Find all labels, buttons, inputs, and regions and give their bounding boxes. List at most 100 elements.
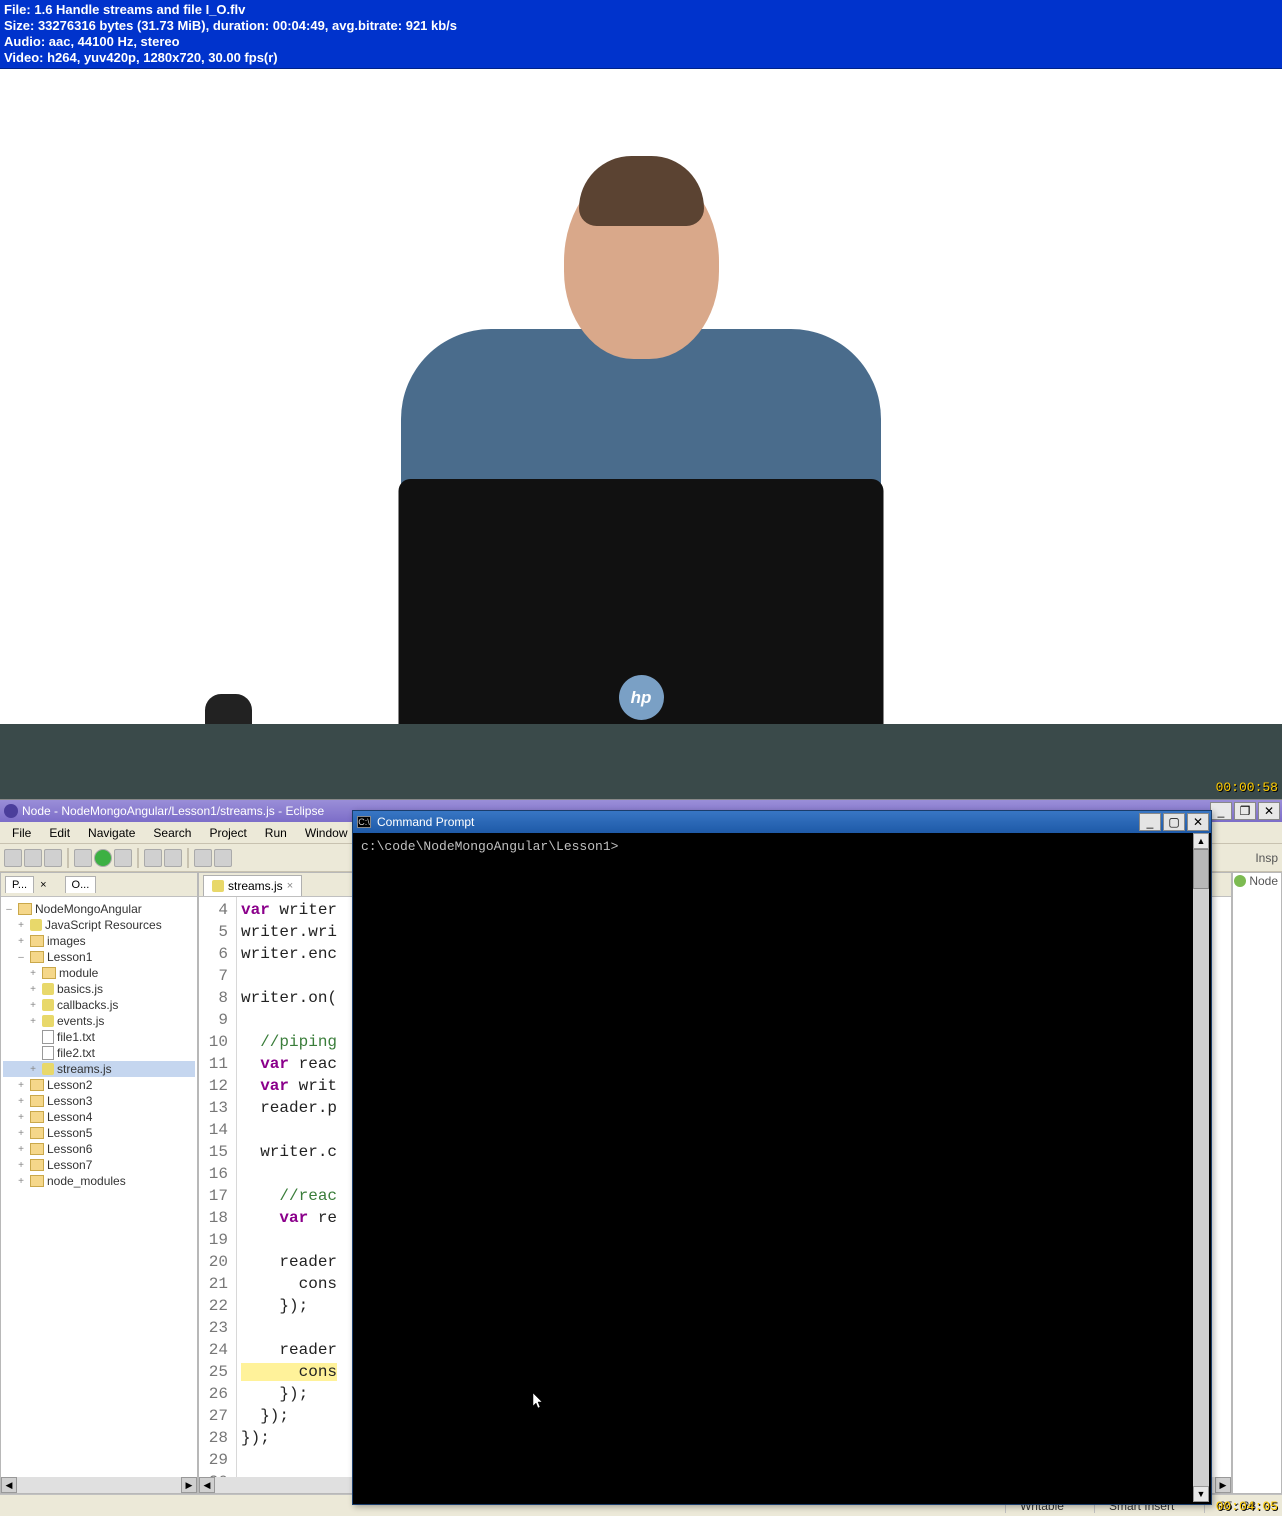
perspective-node[interactable]: Node bbox=[1234, 874, 1278, 888]
search-icon[interactable] bbox=[164, 849, 182, 867]
project-explorer-tab[interactable]: P... bbox=[5, 876, 34, 893]
tree-file2[interactable]: file2.txt bbox=[57, 1046, 95, 1060]
eclipse-title-text: Node - NodeMongoAngular/Lesson1/streams.… bbox=[22, 804, 324, 818]
collapse-icon[interactable]: – bbox=[15, 952, 27, 963]
tree-basics[interactable]: basics.js bbox=[57, 982, 103, 996]
project-tree[interactable]: –NodeMongoAngular +JavaScript Resources … bbox=[1, 897, 197, 1477]
tree-lesson1[interactable]: Lesson1 bbox=[47, 950, 92, 964]
cmd-vscrollbar[interactable]: ▲ ▼ bbox=[1193, 833, 1209, 1502]
tree-lesson5[interactable]: Lesson5 bbox=[47, 1126, 92, 1140]
eclipse-icon bbox=[4, 804, 18, 818]
scroll-down-icon[interactable]: ▼ bbox=[1193, 1486, 1209, 1502]
cmd-titlebar[interactable]: C:\ Command Prompt bbox=[353, 811, 1211, 833]
collapse-icon[interactable]: – bbox=[3, 904, 15, 915]
menu-window[interactable]: Window bbox=[297, 824, 356, 842]
menu-run[interactable]: Run bbox=[257, 824, 295, 842]
mouse-cursor bbox=[533, 1393, 545, 1411]
expand-icon[interactable]: + bbox=[27, 984, 39, 995]
save-icon[interactable] bbox=[24, 849, 42, 867]
tree-streams[interactable]: streams.js bbox=[57, 1062, 112, 1076]
js-file-icon bbox=[212, 880, 224, 892]
tree-callbacks[interactable]: callbacks.js bbox=[57, 998, 118, 1012]
source-area[interactable]: var writerwriter.wriwriter.enc writer.on… bbox=[237, 897, 341, 1477]
scroll-left-icon[interactable]: ◀ bbox=[199, 1477, 215, 1493]
tree-module[interactable]: module bbox=[59, 966, 98, 980]
maximize-button[interactable]: ▢ bbox=[1163, 813, 1185, 831]
tree-file1[interactable]: file1.txt bbox=[57, 1030, 95, 1044]
node-icon bbox=[1234, 875, 1246, 887]
desktop-area: Node - NodeMongoAngular/Lesson1/streams.… bbox=[0, 799, 1282, 1516]
menu-navigate[interactable]: Navigate bbox=[80, 824, 143, 842]
menu-search[interactable]: Search bbox=[145, 824, 199, 842]
outline-tab[interactable]: O... bbox=[65, 876, 97, 893]
audio-line: Audio: aac, 44100 Hz, stereo bbox=[4, 34, 1278, 50]
tree-node-modules[interactable]: node_modules bbox=[47, 1174, 126, 1188]
expand-icon[interactable]: + bbox=[27, 968, 39, 979]
back-icon[interactable] bbox=[194, 849, 212, 867]
timestamp-top: 00:00:58 bbox=[1216, 780, 1278, 795]
editor-tab-streams[interactable]: streams.js × bbox=[203, 875, 302, 896]
restore-button[interactable]: ❐ bbox=[1234, 802, 1256, 820]
run-icon[interactable] bbox=[94, 849, 112, 867]
expand-icon[interactable]: + bbox=[27, 1016, 39, 1027]
expand-icon[interactable]: + bbox=[15, 1160, 27, 1171]
eclipse-outer-window-controls: _ ❐ ✕ bbox=[1210, 800, 1282, 822]
tree-jsres[interactable]: JavaScript Resources bbox=[45, 918, 162, 932]
desk bbox=[0, 724, 1282, 799]
explorer-close-icon[interactable]: × bbox=[40, 879, 46, 891]
scroll-thumb[interactable] bbox=[1193, 849, 1209, 889]
ext-tools-icon[interactable] bbox=[114, 849, 132, 867]
cmd-icon: C:\ bbox=[357, 816, 371, 828]
tree-lesson2[interactable]: Lesson2 bbox=[47, 1078, 92, 1092]
tree-lesson7[interactable]: Lesson7 bbox=[47, 1158, 92, 1172]
expand-icon[interactable]: + bbox=[15, 1128, 27, 1139]
inspector-label[interactable]: Insp bbox=[1255, 851, 1278, 865]
tree-root[interactable]: NodeMongoAngular bbox=[35, 902, 142, 916]
close-button[interactable]: ✕ bbox=[1187, 813, 1209, 831]
scroll-left-icon[interactable]: ◀ bbox=[1, 1477, 17, 1493]
menu-edit[interactable]: Edit bbox=[41, 824, 78, 842]
debug-icon[interactable] bbox=[74, 849, 92, 867]
menu-file[interactable]: File bbox=[4, 824, 39, 842]
expand-icon[interactable]: + bbox=[15, 1112, 27, 1123]
open-type-icon[interactable] bbox=[144, 849, 162, 867]
command-prompt-window[interactable]: C:\ Command Prompt _ ▢ ✕ c:\code\NodeMon… bbox=[352, 810, 1212, 1505]
forward-icon[interactable] bbox=[214, 849, 232, 867]
expand-icon[interactable]: + bbox=[27, 1000, 39, 1011]
tree-lesson6[interactable]: Lesson6 bbox=[47, 1142, 92, 1156]
tree-lesson3[interactable]: Lesson3 bbox=[47, 1094, 92, 1108]
cmd-window-controls: _ ▢ ✕ bbox=[1139, 811, 1211, 833]
project-explorer-panel: P... × O... – NodeMongoAngular + JavaScrip… bbox=[0, 872, 198, 1494]
file-label: File: bbox=[4, 2, 31, 17]
minimize-button[interactable]: _ bbox=[1139, 813, 1161, 831]
tree-events[interactable]: events.js bbox=[57, 1014, 104, 1028]
media-info-overlay: File: 1.6 Handle streams and file I_O.fl… bbox=[0, 0, 1282, 69]
new-icon[interactable] bbox=[4, 849, 22, 867]
expand-icon[interactable]: + bbox=[15, 1080, 27, 1091]
expand-icon[interactable]: + bbox=[15, 1144, 27, 1155]
explorer-hscroll[interactable]: ◀ ▶ bbox=[1, 1477, 197, 1493]
expand-icon[interactable]: + bbox=[15, 936, 27, 947]
editor-tab-label: streams.js bbox=[228, 879, 283, 893]
size-line: Size: 33276316 bytes (31.73 MiB), durati… bbox=[4, 18, 1278, 34]
cmd-title-text: Command Prompt bbox=[377, 815, 474, 829]
tab-close-icon[interactable]: × bbox=[287, 880, 293, 892]
hp-logo: hp bbox=[619, 675, 664, 720]
cmd-body[interactable]: c:\code\NodeMongoAngular\Lesson1> bbox=[355, 833, 1193, 1502]
expand-icon[interactable]: + bbox=[15, 920, 27, 931]
tree-images[interactable]: images bbox=[47, 934, 86, 948]
expand-icon[interactable]: + bbox=[15, 1176, 27, 1187]
menu-project[interactable]: Project bbox=[201, 824, 254, 842]
line-gutter: 4567891011121314151617181920212223242526… bbox=[199, 897, 237, 1477]
right-sidebar bbox=[1232, 872, 1282, 1494]
expand-icon[interactable]: + bbox=[27, 1064, 39, 1075]
save-all-icon[interactable] bbox=[44, 849, 62, 867]
scroll-up-icon[interactable]: ▲ bbox=[1193, 833, 1209, 849]
scroll-right-icon[interactable]: ▶ bbox=[181, 1477, 197, 1493]
minimize-button[interactable]: _ bbox=[1210, 802, 1232, 820]
tree-lesson4[interactable]: Lesson4 bbox=[47, 1110, 92, 1124]
close-button[interactable]: ✕ bbox=[1258, 802, 1280, 820]
scroll-right-icon[interactable]: ▶ bbox=[1215, 1477, 1231, 1493]
perspective-label: Node bbox=[1249, 874, 1278, 888]
expand-icon[interactable]: + bbox=[15, 1096, 27, 1107]
